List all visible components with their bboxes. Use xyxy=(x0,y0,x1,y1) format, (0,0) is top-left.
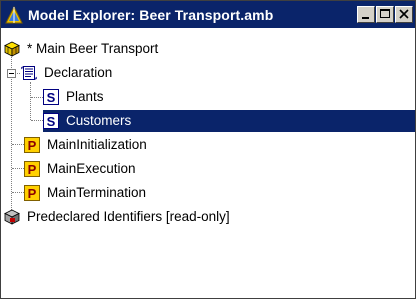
tree-item-label: MainExecution xyxy=(47,161,136,176)
tree-item-label: * Main Beer Transport xyxy=(27,41,159,56)
tree-guide-line xyxy=(31,120,43,121)
tree-guide-line xyxy=(12,192,24,193)
tree-guide-line xyxy=(31,97,43,98)
model-explorer-window: Model Explorer: Beer Transport.amb * Mai… xyxy=(0,0,416,299)
tree-item-label: Declaration xyxy=(44,65,113,80)
maximize-button[interactable] xyxy=(376,6,394,23)
minimize-icon xyxy=(362,17,369,19)
tree-item-plants[interactable]: S Plants xyxy=(43,86,107,108)
model-tree: * Main Beer Transport Declaration S Plan… xyxy=(1,29,415,298)
title-bar[interactable]: Model Explorer: Beer Transport.amb xyxy=(1,1,415,28)
tree-guide-line xyxy=(11,57,12,222)
maximize-icon xyxy=(380,9,390,18)
tree-item-label: Customers xyxy=(63,111,135,131)
model-cube-icon xyxy=(4,41,20,57)
tree-guide-line xyxy=(30,82,31,120)
tree-item-main-initialization[interactable]: P MainInitialization xyxy=(24,134,150,156)
set-s-icon: S xyxy=(43,89,59,105)
tree-item-declaration[interactable]: Declaration xyxy=(21,62,115,84)
tree-item-label: MainTermination xyxy=(47,185,147,200)
tree-item-customers[interactable]: S Customers xyxy=(43,110,415,132)
window-controls xyxy=(356,6,413,23)
tree-item-label: MainInitialization xyxy=(47,137,147,152)
svg-text:S: S xyxy=(47,90,56,105)
svg-text:P: P xyxy=(28,138,37,153)
close-icon xyxy=(399,9,409,19)
tree-item-main-model[interactable]: * Main Beer Transport xyxy=(4,38,161,60)
procedure-p-icon: P xyxy=(24,137,40,153)
model-explorer-app-icon xyxy=(5,5,23,23)
minimize-button[interactable] xyxy=(357,6,375,23)
tree-item-label: Plants xyxy=(66,89,104,104)
svg-text:P: P xyxy=(28,186,37,201)
procedure-p-icon: P xyxy=(24,161,40,177)
tree-guide-line xyxy=(12,144,24,145)
collapse-toggle[interactable] xyxy=(7,69,16,78)
svg-text:P: P xyxy=(28,162,37,177)
window-title: Model Explorer: Beer Transport.amb xyxy=(28,6,274,23)
predeclared-cube-icon xyxy=(4,209,20,225)
svg-text:S: S xyxy=(47,114,56,129)
tree-item-main-termination[interactable]: P MainTermination xyxy=(24,182,149,204)
tree-item-predeclared-identifiers[interactable]: Predeclared Identifiers [read-only] xyxy=(4,206,233,228)
tree-item-label: Predeclared Identifiers [read-only] xyxy=(27,209,230,224)
tree-item-main-execution[interactable]: P MainExecution xyxy=(24,158,139,180)
procedure-p-icon: P xyxy=(24,185,40,201)
set-s-icon: S xyxy=(43,113,59,129)
close-button[interactable] xyxy=(395,6,413,23)
declaration-scroll-icon xyxy=(21,66,37,80)
tree-guide-line xyxy=(12,168,24,169)
